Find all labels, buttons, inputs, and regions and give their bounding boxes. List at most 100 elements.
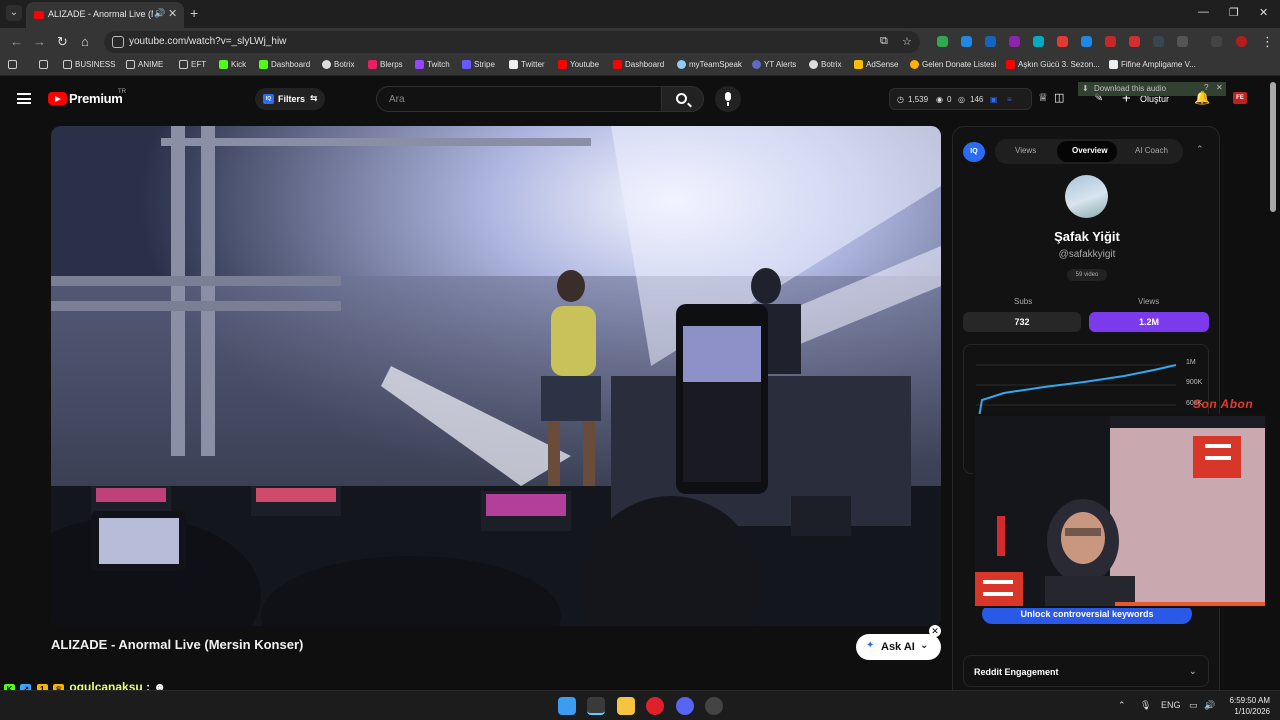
- trophy-icon[interactable]: ♕: [1038, 91, 1048, 104]
- reading-list-icon[interactable]: [1211, 36, 1222, 47]
- bookmark-link[interactable]: YT Alerts: [752, 60, 796, 69]
- back-button[interactable]: ←: [10, 34, 23, 49]
- close-icon[interactable]: ✕: [1216, 83, 1223, 92]
- bookmark-link[interactable]: Dashboard: [259, 60, 310, 69]
- bookmark-link[interactable]: Youtube: [558, 60, 599, 69]
- bookmark-folder[interactable]: BUSINESS: [63, 60, 115, 69]
- new-tab-button[interactable]: +: [190, 5, 198, 21]
- video-count-badge: 59 video: [1067, 269, 1107, 281]
- chrome-app-icon[interactable]: [587, 697, 605, 715]
- apps-grid-icon[interactable]: [8, 60, 17, 69]
- extension-icon[interactable]: [985, 36, 996, 47]
- extension-icon[interactable]: [937, 36, 948, 47]
- speaker-icon[interactable]: 🔊: [154, 8, 165, 19]
- sliders-icon: ⇆: [310, 93, 318, 103]
- tab-overview[interactable]: Overview: [1072, 146, 1108, 155]
- bookmark-folder[interactable]: ANIME: [126, 60, 163, 69]
- sparkle-icon: ✦: [866, 640, 875, 651]
- install-app-icon[interactable]: ⧉: [880, 35, 888, 48]
- system-clock[interactable]: 6:59:50 AM 1/10/2026: [1218, 695, 1270, 717]
- reload-button[interactable]: ↻: [57, 34, 68, 50]
- iq-stats-widget[interactable]: ◷ 1,539 ◉ 0 ◎ 146 ▣ ≡: [889, 88, 1032, 110]
- extensions-puzzle-icon[interactable]: [1177, 36, 1188, 47]
- subs-value[interactable]: 732: [963, 312, 1081, 332]
- bookmark-link[interactable]: AdSense: [854, 60, 898, 69]
- close-window-button[interactable]: ✕: [1259, 6, 1268, 19]
- volume-icon[interactable]: 🔊: [1204, 700, 1215, 711]
- bookmarks-bar: BUSINESS ANIME EFT Kick Dashboard Botrix…: [0, 56, 1280, 76]
- youtube-premium-logo[interactable]: Premium: [69, 91, 123, 106]
- minimize-button[interactable]: —: [1198, 6, 1209, 18]
- view-icon: ◎: [958, 95, 965, 104]
- extension-icon[interactable]: [1033, 36, 1044, 47]
- opera-app-icon[interactable]: [646, 697, 664, 715]
- menu-kebab-icon[interactable]: ⋮: [1261, 34, 1274, 50]
- network-icon[interactable]: ▭: [1189, 700, 1198, 711]
- voice-search-button[interactable]: [715, 86, 741, 112]
- avatar[interactable]: FE: [1233, 92, 1247, 104]
- video-player[interactable]: [51, 126, 941, 626]
- list-icon: ≡: [1007, 95, 1012, 104]
- bookmark-link[interactable]: Twitch: [415, 60, 450, 69]
- bookmark-link[interactable]: Kick: [219, 60, 246, 69]
- forward-button[interactable]: →: [33, 34, 46, 49]
- extension-icon[interactable]: [1081, 36, 1092, 47]
- youtube-logo-icon[interactable]: [48, 92, 67, 105]
- start-menu-icon[interactable]: [558, 697, 576, 715]
- bookmark-folder[interactable]: [39, 60, 48, 69]
- tab-ai-coach[interactable]: AI Coach: [1135, 146, 1168, 155]
- profile-icon[interactable]: [1236, 36, 1247, 47]
- file-explorer-icon[interactable]: [617, 697, 635, 715]
- reddit-engagement-section[interactable]: Reddit Engagement ⌄: [963, 655, 1209, 687]
- tab-search-dropdown[interactable]: ⌄: [6, 5, 22, 21]
- bookmark-link[interactable]: Dashboard: [613, 60, 664, 69]
- windows-taskbar: ⌃ 🎙 ENG ▭ 🔊 6:59:50 AM 1/10/2026: [0, 690, 1280, 720]
- address-bar[interactable]: youtube.com/watch?v=_slyLWj_hiw ⧉ ☆: [104, 31, 920, 53]
- bookmark-link[interactable]: Stripe: [462, 60, 495, 69]
- webcam-feed: [975, 416, 1265, 606]
- app-icon[interactable]: [705, 697, 723, 715]
- ask-ai-button[interactable]: ✦ Ask AI ⌄: [856, 634, 941, 660]
- extension-icon[interactable]: [961, 36, 972, 47]
- language-indicator[interactable]: ENG: [1161, 700, 1181, 710]
- stat-zero: 0: [947, 95, 952, 104]
- bookmark-link[interactable]: Botrix: [322, 60, 354, 69]
- collapse-chevron-icon[interactable]: ⌃: [1196, 144, 1204, 155]
- channel-avatar[interactable]: [1065, 175, 1108, 218]
- active-tab[interactable]: ALIZADE - Anormal Live (M 🔊 ✕: [26, 2, 184, 28]
- notifications-bell-icon[interactable]: 🔔: [1194, 90, 1210, 106]
- extension-icon[interactable]: [1009, 36, 1020, 47]
- menu-hamburger-icon[interactable]: [17, 93, 31, 104]
- mic-icon[interactable]: 🎙: [1140, 700, 1151, 711]
- filters-button[interactable]: IQ Filters ⇆: [255, 88, 325, 110]
- bookmark-link[interactable]: Fifine Ampligame V...: [1109, 60, 1196, 69]
- close-ask-ai-icon[interactable]: ✕: [929, 625, 941, 637]
- country-code: TR: [118, 89, 126, 95]
- home-button[interactable]: ⌂: [81, 34, 89, 49]
- extension-icon[interactable]: [1129, 36, 1140, 47]
- site-info-icon[interactable]: [112, 36, 124, 48]
- extension-icon[interactable]: [1057, 36, 1068, 47]
- restore-button[interactable]: ❐: [1229, 6, 1239, 19]
- bookmark-link[interactable]: Twitter: [509, 60, 545, 69]
- extension-icon[interactable]: [1153, 36, 1164, 47]
- bookmark-link[interactable]: Aşkın Gücü 3. Sezon...: [1006, 60, 1100, 69]
- channel-handle: @safakkyigit: [1058, 249, 1116, 260]
- bookmark-link[interactable]: Blerps: [368, 60, 403, 69]
- chart-label-900k: 900K: [1186, 379, 1203, 386]
- bookmark-link[interactable]: Gelen Donate Listesi: [910, 60, 996, 69]
- bookmark-folder[interactable]: EFT: [179, 60, 206, 69]
- bookmark-link[interactable]: myTeamSpeak: [677, 60, 742, 69]
- search-button[interactable]: [662, 86, 704, 112]
- views-value[interactable]: 1.2M: [1089, 312, 1209, 332]
- bookmark-link[interactable]: Botrix: [809, 60, 841, 69]
- bookmark-star-icon[interactable]: ☆: [902, 35, 912, 48]
- close-tab-icon[interactable]: ✕: [168, 7, 177, 20]
- extension-icon[interactable]: [1105, 36, 1116, 47]
- tab-views[interactable]: Views: [1015, 146, 1036, 155]
- discord-app-icon[interactable]: [676, 697, 694, 715]
- tray-chevron-icon[interactable]: ⌃: [1118, 700, 1126, 711]
- page-scrollbar[interactable]: [1270, 82, 1276, 212]
- chat-icon[interactable]: ◫: [1054, 91, 1064, 104]
- search-input[interactable]: Ara: [376, 86, 662, 112]
